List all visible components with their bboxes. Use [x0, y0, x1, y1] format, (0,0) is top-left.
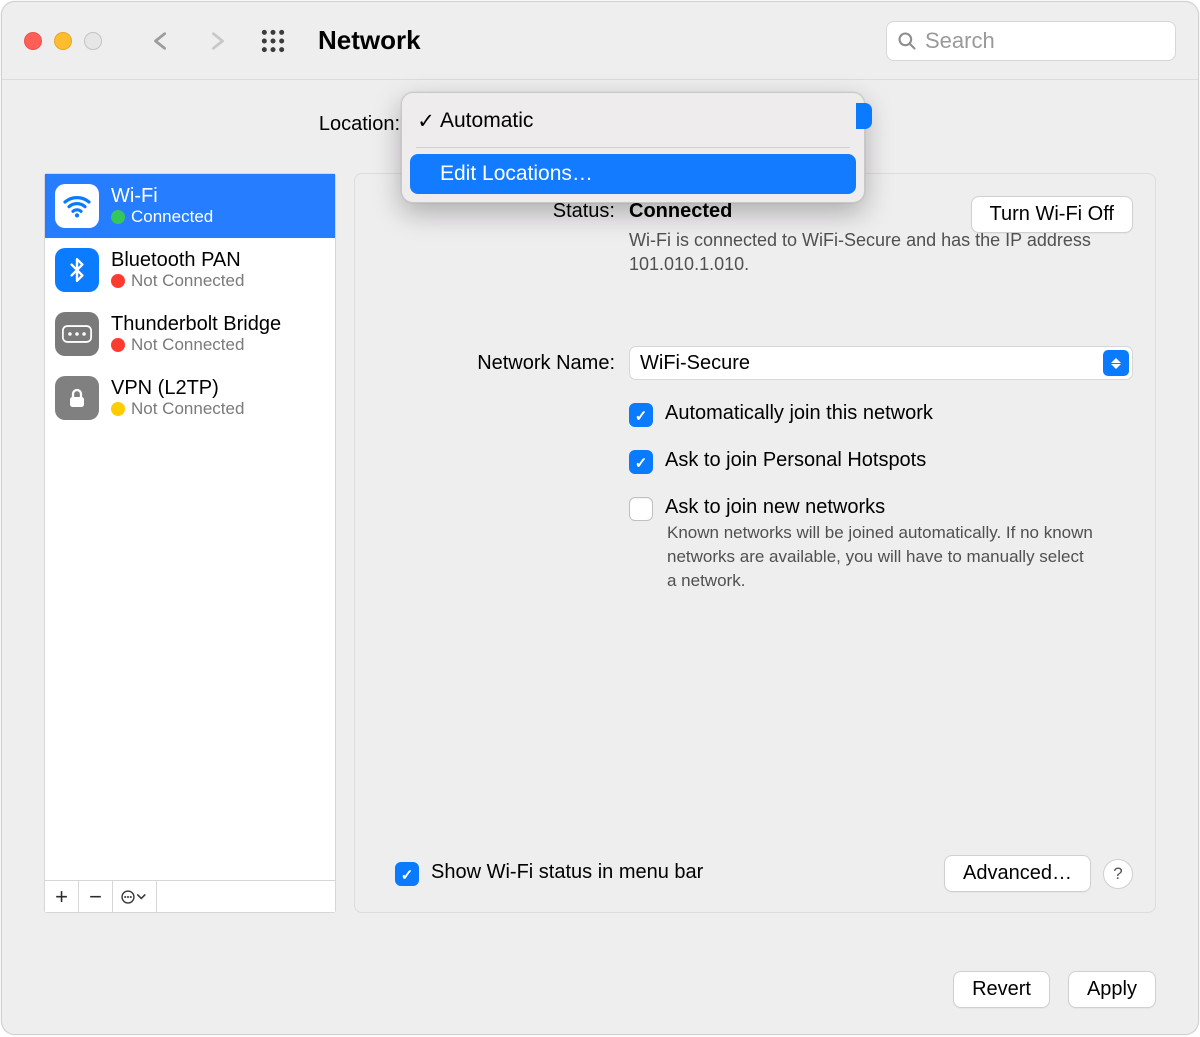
- sidebar-item-label: Bluetooth PAN: [111, 249, 244, 271]
- checkbox-label: Show Wi-Fi status in menu bar: [431, 861, 703, 884]
- window-controls: [24, 32, 102, 50]
- sidebar-item-vpn[interactable]: VPN (L2TP) Not Connected: [45, 366, 335, 430]
- more-actions-button[interactable]: [113, 881, 157, 912]
- show-all-icon[interactable]: [260, 28, 286, 54]
- location-menu-item-automatic[interactable]: ✓ Automatic: [410, 101, 856, 141]
- add-interface-button[interactable]: +: [45, 881, 79, 912]
- close-window-button[interactable]: [24, 32, 42, 50]
- sidebar-item-thunderbolt-bridge[interactable]: Thunderbolt Bridge Not Connected: [45, 302, 335, 366]
- remove-interface-button[interactable]: −: [79, 881, 113, 912]
- bluetooth-icon: [55, 248, 99, 292]
- status-dot-icon: [111, 210, 125, 224]
- checkbox-label: Ask to join Personal Hotspots: [665, 449, 926, 472]
- nav-buttons: [150, 30, 228, 52]
- search-placeholder: Search: [925, 28, 995, 54]
- checkmark-icon: ✓: [416, 109, 436, 134]
- ask-new-checkbox-row[interactable]: Ask to join new networks: [629, 496, 1133, 521]
- checkbox-label: Ask to join new networks: [665, 496, 885, 519]
- sidebar-item-wifi[interactable]: Wi-Fi Connected: [45, 174, 335, 238]
- ask-new-note: Known networks will be joined automatica…: [667, 521, 1097, 592]
- search-icon: [897, 31, 917, 51]
- auto-join-checkbox-row[interactable]: Automatically join this network: [629, 402, 1133, 427]
- minimize-window-button[interactable]: [54, 32, 72, 50]
- page-title: Network: [318, 25, 421, 56]
- thunderbolt-bridge-icon: [55, 312, 99, 356]
- sidebar-footer: + −: [45, 880, 335, 912]
- status-description: Wi-Fi is connected to WiFi-Secure and ha…: [629, 228, 1133, 277]
- network-name-value: WiFi-Secure: [640, 352, 750, 375]
- location-label: Location:: [310, 113, 400, 136]
- network-name-popup[interactable]: WiFi-Secure: [629, 346, 1133, 380]
- checkbox-icon: [629, 403, 653, 427]
- help-button[interactable]: ?: [1103, 859, 1133, 889]
- revert-button[interactable]: Revert: [953, 971, 1050, 1008]
- location-dropdown-menu: ✓ Automatic Edit Locations…: [401, 92, 865, 203]
- forward-button[interactable]: [206, 30, 228, 52]
- checkbox-label: Automatically join this network: [665, 402, 933, 425]
- search-field[interactable]: Search: [886, 21, 1176, 61]
- popup-caret-icon: [1103, 350, 1129, 376]
- sidebar-item-label: Thunderbolt Bridge: [111, 313, 281, 335]
- ask-hotspot-checkbox-row[interactable]: Ask to join Personal Hotspots: [629, 449, 1133, 474]
- network-name-label: Network Name:: [435, 352, 615, 375]
- sidebar-item-bluetooth-pan[interactable]: Bluetooth PAN Not Connected: [45, 238, 335, 302]
- interfaces-sidebar: Wi-Fi Connected Bluetooth PAN Not Connec…: [44, 173, 336, 913]
- apply-button[interactable]: Apply: [1068, 971, 1156, 1008]
- status-value: Connected: [629, 200, 732, 223]
- checkbox-icon: [629, 450, 653, 474]
- zoom-window-button[interactable]: [84, 32, 102, 50]
- popup-indicator-icon: [856, 103, 872, 129]
- wifi-icon: [55, 184, 99, 228]
- sidebar-item-label: VPN (L2TP): [111, 377, 244, 399]
- back-button[interactable]: [150, 30, 172, 52]
- bottom-button-bar: Revert Apply: [953, 971, 1156, 1008]
- location-menu-item-edit[interactable]: Edit Locations…: [410, 154, 856, 194]
- titlebar: Network Search: [2, 2, 1198, 80]
- status-label: Status:: [465, 200, 615, 223]
- sidebar-item-label: Wi-Fi: [111, 185, 213, 207]
- checkbox-icon: [629, 497, 653, 521]
- status-dot-icon: [111, 274, 125, 288]
- interface-settings-panel: Status: Connected Wi-Fi is connected to …: [354, 173, 1156, 913]
- advanced-button[interactable]: Advanced…: [944, 855, 1091, 892]
- show-menubar-checkbox-row[interactable]: Show Wi-Fi status in menu bar: [395, 861, 703, 886]
- network-prefs-window: Network Search Location: Wi-Fi Connected: [1, 1, 1199, 1035]
- menu-separator: [416, 147, 850, 148]
- status-dot-icon: [111, 338, 125, 352]
- status-dot-icon: [111, 402, 125, 416]
- turn-wifi-off-button[interactable]: Turn Wi-Fi Off: [971, 196, 1133, 233]
- lock-icon: [55, 376, 99, 420]
- checkbox-icon: [395, 862, 419, 886]
